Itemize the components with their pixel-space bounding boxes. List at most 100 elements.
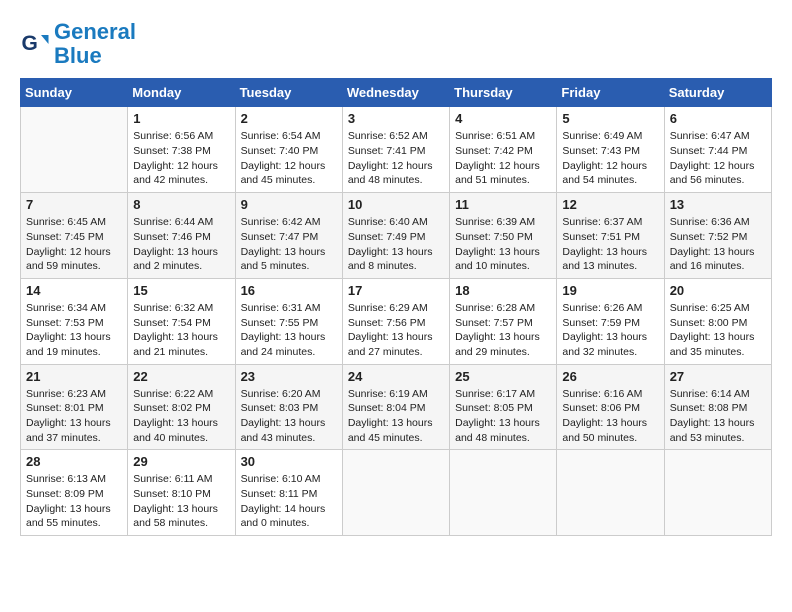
day-number: 11	[455, 197, 551, 212]
calendar-cell: 15 Sunrise: 6:32 AMSunset: 7:54 PMDayligh…	[128, 278, 235, 364]
weekday-header-wednesday: Wednesday	[342, 79, 449, 107]
calendar-cell: 1 Sunrise: 6:56 AMSunset: 7:38 PMDaylight…	[128, 107, 235, 193]
day-number: 22	[133, 369, 229, 384]
day-info: Sunrise: 6:49 AMSunset: 7:43 PMDaylight:…	[562, 129, 658, 188]
day-info: Sunrise: 6:25 AMSunset: 8:00 PMDaylight:…	[670, 301, 766, 360]
calendar-body: 1 Sunrise: 6:56 AMSunset: 7:38 PMDaylight…	[21, 107, 772, 536]
weekday-header-monday: Monday	[128, 79, 235, 107]
weekday-header-tuesday: Tuesday	[235, 79, 342, 107]
day-number: 29	[133, 454, 229, 469]
day-number: 10	[348, 197, 444, 212]
day-number: 2	[241, 111, 337, 126]
calendar-week-3: 14 Sunrise: 6:34 AMSunset: 7:53 PMDayligh…	[21, 278, 772, 364]
calendar-cell: 5Sunrise: 6:49 AMSunset: 7:43 PMDaylight…	[557, 107, 664, 193]
day-info: Sunrise: 6:22 AMSunset: 8:02 PMDaylight:…	[133, 387, 229, 446]
day-info: Sunrise: 6:28 AMSunset: 7:57 PMDaylight:…	[455, 301, 551, 360]
day-number: 17	[348, 283, 444, 298]
calendar-cell: 4 Sunrise: 6:51 AMSunset: 7:42 PMDaylight…	[450, 107, 557, 193]
day-info: Sunrise: 6:26 AMSunset: 7:59 PMDaylight:…	[562, 301, 658, 360]
day-info: Sunrise: 6:23 AMSunset: 8:01 PMDaylight:…	[26, 387, 122, 446]
day-info: Sunrise: 6:40 AMSunset: 7:49 PMDaylight:…	[348, 215, 444, 274]
calendar-cell: 28 Sunrise: 6:13 AMSunset: 8:09 PMDayligh…	[21, 450, 128, 536]
day-info: Sunrise: 6:29 AMSunset: 7:56 PMDaylight:…	[348, 301, 444, 360]
calendar-week-1: 1 Sunrise: 6:56 AMSunset: 7:38 PMDaylight…	[21, 107, 772, 193]
calendar-cell: 8Sunrise: 6:44 AMSunset: 7:46 PMDaylight…	[128, 193, 235, 279]
calendar-cell: 19 Sunrise: 6:26 AMSunset: 7:59 PMDayligh…	[557, 278, 664, 364]
day-info: Sunrise: 6:36 AMSunset: 7:52 PMDaylight:…	[670, 215, 766, 274]
logo-icon: G	[20, 29, 50, 59]
day-number: 14	[26, 283, 122, 298]
svg-text:G: G	[22, 32, 38, 55]
day-info: Sunrise: 6:10 AMSunset: 8:11 PMDaylight:…	[241, 472, 337, 531]
day-info: Sunrise: 6:14 AMSunset: 8:08 PMDaylight:…	[670, 387, 766, 446]
day-info: Sunrise: 6:20 AMSunset: 8:03 PMDaylight:…	[241, 387, 337, 446]
day-info: Sunrise: 6:31 AMSunset: 7:55 PMDaylight:…	[241, 301, 337, 360]
day-info: Sunrise: 6:37 AMSunset: 7:51 PMDaylight:…	[562, 215, 658, 274]
day-number: 19	[562, 283, 658, 298]
day-number: 13	[670, 197, 766, 212]
calendar-cell: 29 Sunrise: 6:11 AMSunset: 8:10 PMDayligh…	[128, 450, 235, 536]
calendar-cell: 27 Sunrise: 6:14 AMSunset: 8:08 PMDayligh…	[664, 364, 771, 450]
calendar-cell	[557, 450, 664, 536]
calendar-cell: 11Sunrise: 6:39 AMSunset: 7:50 PMDayligh…	[450, 193, 557, 279]
calendar-header: SundayMondayTuesdayWednesdayThursdayFrid…	[21, 79, 772, 107]
day-info: Sunrise: 6:52 AMSunset: 7:41 PMDaylight:…	[348, 129, 444, 188]
day-number: 16	[241, 283, 337, 298]
day-number: 30	[241, 454, 337, 469]
day-info: Sunrise: 6:54 AMSunset: 7:40 PMDaylight:…	[241, 129, 337, 188]
calendar-cell: 21 Sunrise: 6:23 AMSunset: 8:01 PMDayligh…	[21, 364, 128, 450]
calendar-cell	[450, 450, 557, 536]
day-number: 3	[348, 111, 444, 126]
logo: G GeneralBlue	[20, 20, 136, 68]
day-info: Sunrise: 6:51 AMSunset: 7:42 PMDaylight:…	[455, 129, 551, 188]
calendar-cell	[21, 107, 128, 193]
day-number: 23	[241, 369, 337, 384]
calendar-week-5: 28 Sunrise: 6:13 AMSunset: 8:09 PMDayligh…	[21, 450, 772, 536]
day-info: Sunrise: 6:44 AMSunset: 7:46 PMDaylight:…	[133, 215, 229, 274]
calendar-table: SundayMondayTuesdayWednesdayThursdayFrid…	[20, 78, 772, 536]
calendar-cell: 12 Sunrise: 6:37 AMSunset: 7:51 PMDayligh…	[557, 193, 664, 279]
day-info: Sunrise: 6:42 AMSunset: 7:47 PMDaylight:…	[241, 215, 337, 274]
calendar-cell: 30 Sunrise: 6:10 AMSunset: 8:11 PMDayligh…	[235, 450, 342, 536]
day-number: 18	[455, 283, 551, 298]
day-info: Sunrise: 6:13 AMSunset: 8:09 PMDaylight:…	[26, 472, 122, 531]
day-number: 7	[26, 197, 122, 212]
calendar-cell: 16 Sunrise: 6:31 AMSunset: 7:55 PMDayligh…	[235, 278, 342, 364]
calendar-week-2: 7 Sunrise: 6:45 AMSunset: 7:45 PMDaylight…	[21, 193, 772, 279]
calendar-week-4: 21 Sunrise: 6:23 AMSunset: 8:01 PMDayligh…	[21, 364, 772, 450]
calendar-cell: 24Sunrise: 6:19 AMSunset: 8:04 PMDayligh…	[342, 364, 449, 450]
calendar-cell: 18 Sunrise: 6:28 AMSunset: 7:57 PMDayligh…	[450, 278, 557, 364]
day-number: 6	[670, 111, 766, 126]
day-info: Sunrise: 6:56 AMSunset: 7:38 PMDaylight:…	[133, 129, 229, 188]
day-number: 12	[562, 197, 658, 212]
day-number: 28	[26, 454, 122, 469]
calendar-cell: 10 Sunrise: 6:40 AMSunset: 7:49 PMDayligh…	[342, 193, 449, 279]
calendar-cell: 6 Sunrise: 6:47 AMSunset: 7:44 PMDaylight…	[664, 107, 771, 193]
day-info: Sunrise: 6:47 AMSunset: 7:44 PMDaylight:…	[670, 129, 766, 188]
day-info: Sunrise: 6:16 AMSunset: 8:06 PMDaylight:…	[562, 387, 658, 446]
day-info: Sunrise: 6:17 AMSunset: 8:05 PMDaylight:…	[455, 387, 551, 446]
day-number: 1	[133, 111, 229, 126]
day-number: 21	[26, 369, 122, 384]
calendar-cell: 13 Sunrise: 6:36 AMSunset: 7:52 PMDayligh…	[664, 193, 771, 279]
logo-text: GeneralBlue	[54, 20, 136, 68]
day-number: 26	[562, 369, 658, 384]
day-number: 15	[133, 283, 229, 298]
day-info: Sunrise: 6:11 AMSunset: 8:10 PMDaylight:…	[133, 472, 229, 531]
weekday-header-friday: Friday	[557, 79, 664, 107]
calendar-cell: 23 Sunrise: 6:20 AMSunset: 8:03 PMDayligh…	[235, 364, 342, 450]
weekday-row: SundayMondayTuesdayWednesdayThursdayFrid…	[21, 79, 772, 107]
day-info: Sunrise: 6:34 AMSunset: 7:53 PMDaylight:…	[26, 301, 122, 360]
calendar-cell: 26 Sunrise: 6:16 AMSunset: 8:06 PMDayligh…	[557, 364, 664, 450]
calendar-cell: 3 Sunrise: 6:52 AMSunset: 7:41 PMDaylight…	[342, 107, 449, 193]
calendar-cell: 7 Sunrise: 6:45 AMSunset: 7:45 PMDaylight…	[21, 193, 128, 279]
page-header: G GeneralBlue	[20, 20, 772, 68]
day-number: 27	[670, 369, 766, 384]
day-number: 24	[348, 369, 444, 384]
calendar-cell: 25Sunrise: 6:17 AMSunset: 8:05 PMDayligh…	[450, 364, 557, 450]
calendar-cell: 2 Sunrise: 6:54 AMSunset: 7:40 PMDaylight…	[235, 107, 342, 193]
day-info: Sunrise: 6:45 AMSunset: 7:45 PMDaylight:…	[26, 215, 122, 274]
calendar-cell: 14 Sunrise: 6:34 AMSunset: 7:53 PMDayligh…	[21, 278, 128, 364]
day-number: 4	[455, 111, 551, 126]
day-info: Sunrise: 6:32 AMSunset: 7:54 PMDaylight:…	[133, 301, 229, 360]
